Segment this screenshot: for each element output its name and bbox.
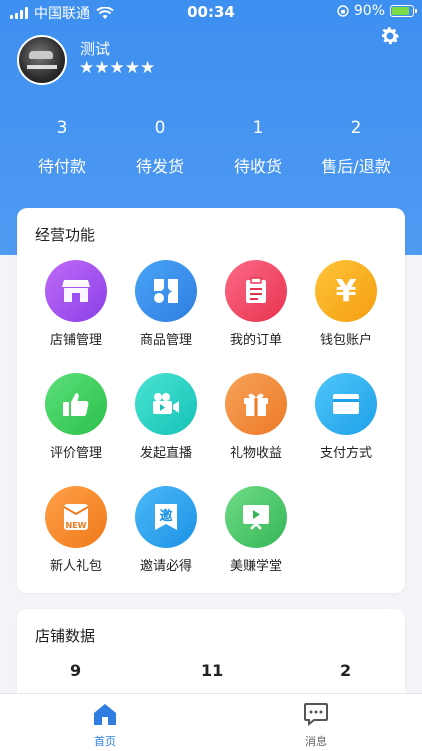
- function-label: 支付方式: [319, 446, 372, 461]
- yen-symbol: ¥: [335, 273, 357, 309]
- function-wallet-account[interactable]: ¥ 钱包账户: [301, 260, 391, 348]
- function-review-management[interactable]: 评价管理: [31, 373, 121, 461]
- function-gift-earnings[interactable]: 礼物收益: [211, 373, 301, 461]
- stat-pending-receipt[interactable]: 1 待收货: [209, 118, 307, 177]
- function-label: 店铺管理: [49, 333, 102, 348]
- rating-stars: ★★★★★: [79, 58, 156, 78]
- thumb-up-icon: [45, 373, 107, 435]
- card-icon: [315, 373, 377, 435]
- new-gift-pack-icon: NEW: [45, 486, 107, 548]
- stat-value: 2: [350, 118, 362, 138]
- stat-value: 0: [154, 118, 166, 138]
- functions-title: 经营功能: [35, 226, 96, 244]
- invite-char: 邀: [159, 509, 173, 524]
- avatar[interactable]: [17, 35, 67, 85]
- stat-label: 售后/退款: [321, 157, 391, 176]
- function-newcomer-gift-pack[interactable]: NEW 新人礼包: [31, 486, 121, 574]
- order-stats: 3 待付款 0 待发货 1 待收货 2 售后/退款: [0, 118, 422, 177]
- tab-home[interactable]: 首页: [75, 702, 135, 749]
- tab-bar: 首页 消息: [0, 693, 422, 751]
- invite-icon: 邀: [135, 486, 197, 548]
- battery-icon: [390, 5, 417, 17]
- function-product-management[interactable]: 商品管理: [121, 260, 211, 348]
- home-icon: [94, 704, 116, 725]
- function-invite-reward[interactable]: 邀 邀请必得: [121, 486, 211, 574]
- function-store-management[interactable]: 店铺管理: [31, 260, 121, 348]
- function-label: 邀请必得: [139, 559, 192, 574]
- gift-icon: [225, 373, 287, 435]
- function-meizhuan-academy[interactable]: 美赚学堂: [211, 486, 301, 574]
- order-icon: [225, 260, 287, 322]
- store-icon: [45, 260, 107, 322]
- function-label: 商品管理: [139, 333, 192, 348]
- stat-pending-shipment[interactable]: 0 待发货: [111, 118, 209, 177]
- stat-label: 待付款: [37, 157, 86, 176]
- orientation-lock-icon: [337, 5, 349, 17]
- function-label: 发起直播: [139, 446, 192, 461]
- functions-card: 经营功能 店铺管理 商品管理 我的订单 ¥ 钱包账户 评价管理 发起直播 礼物收…: [17, 208, 405, 593]
- wallet-icon: ¥: [315, 260, 377, 322]
- function-label: 礼物收益: [229, 446, 282, 461]
- tab-home-label: 首页: [94, 735, 116, 748]
- function-payment-method[interactable]: 支付方式: [301, 373, 391, 461]
- stat-label: 待收货: [233, 157, 282, 176]
- stat-value: 1: [252, 118, 264, 138]
- function-label: 我的订单: [229, 333, 282, 348]
- shop-name: 测试: [80, 40, 111, 58]
- new-badge-text: NEW: [65, 521, 87, 530]
- settings-gear-icon[interactable]: [378, 24, 402, 48]
- function-my-orders[interactable]: 我的订单: [211, 260, 301, 348]
- function-label: 评价管理: [49, 446, 102, 461]
- function-label: 美赚学堂: [229, 559, 282, 574]
- shop-data-value: 11: [201, 661, 224, 680]
- tab-messages[interactable]: 消息: [286, 702, 346, 749]
- status-bar: 中国联通 00:34 90%: [0, 0, 422, 24]
- stat-value: 3: [56, 118, 68, 138]
- function-label: 新人礼包: [49, 559, 102, 574]
- shop-data-value: 2: [340, 661, 352, 680]
- function-label: 钱包账户: [319, 333, 372, 348]
- video-class-icon: [225, 486, 287, 548]
- message-icon: [304, 703, 328, 727]
- live-camera-icon: [135, 373, 197, 435]
- function-start-live[interactable]: 发起直播: [121, 373, 211, 461]
- battery-percent: 90%: [353, 3, 385, 19]
- shop-data-value: 9: [70, 661, 82, 680]
- shop-data-title: 店铺数据: [35, 627, 96, 645]
- stat-after-sales[interactable]: 2 售后/退款: [307, 118, 405, 177]
- stat-label: 待发货: [135, 157, 184, 176]
- product-icon: [135, 260, 197, 322]
- stat-pending-payment[interactable]: 3 待付款: [13, 118, 111, 177]
- tab-messages-label: 消息: [305, 735, 327, 748]
